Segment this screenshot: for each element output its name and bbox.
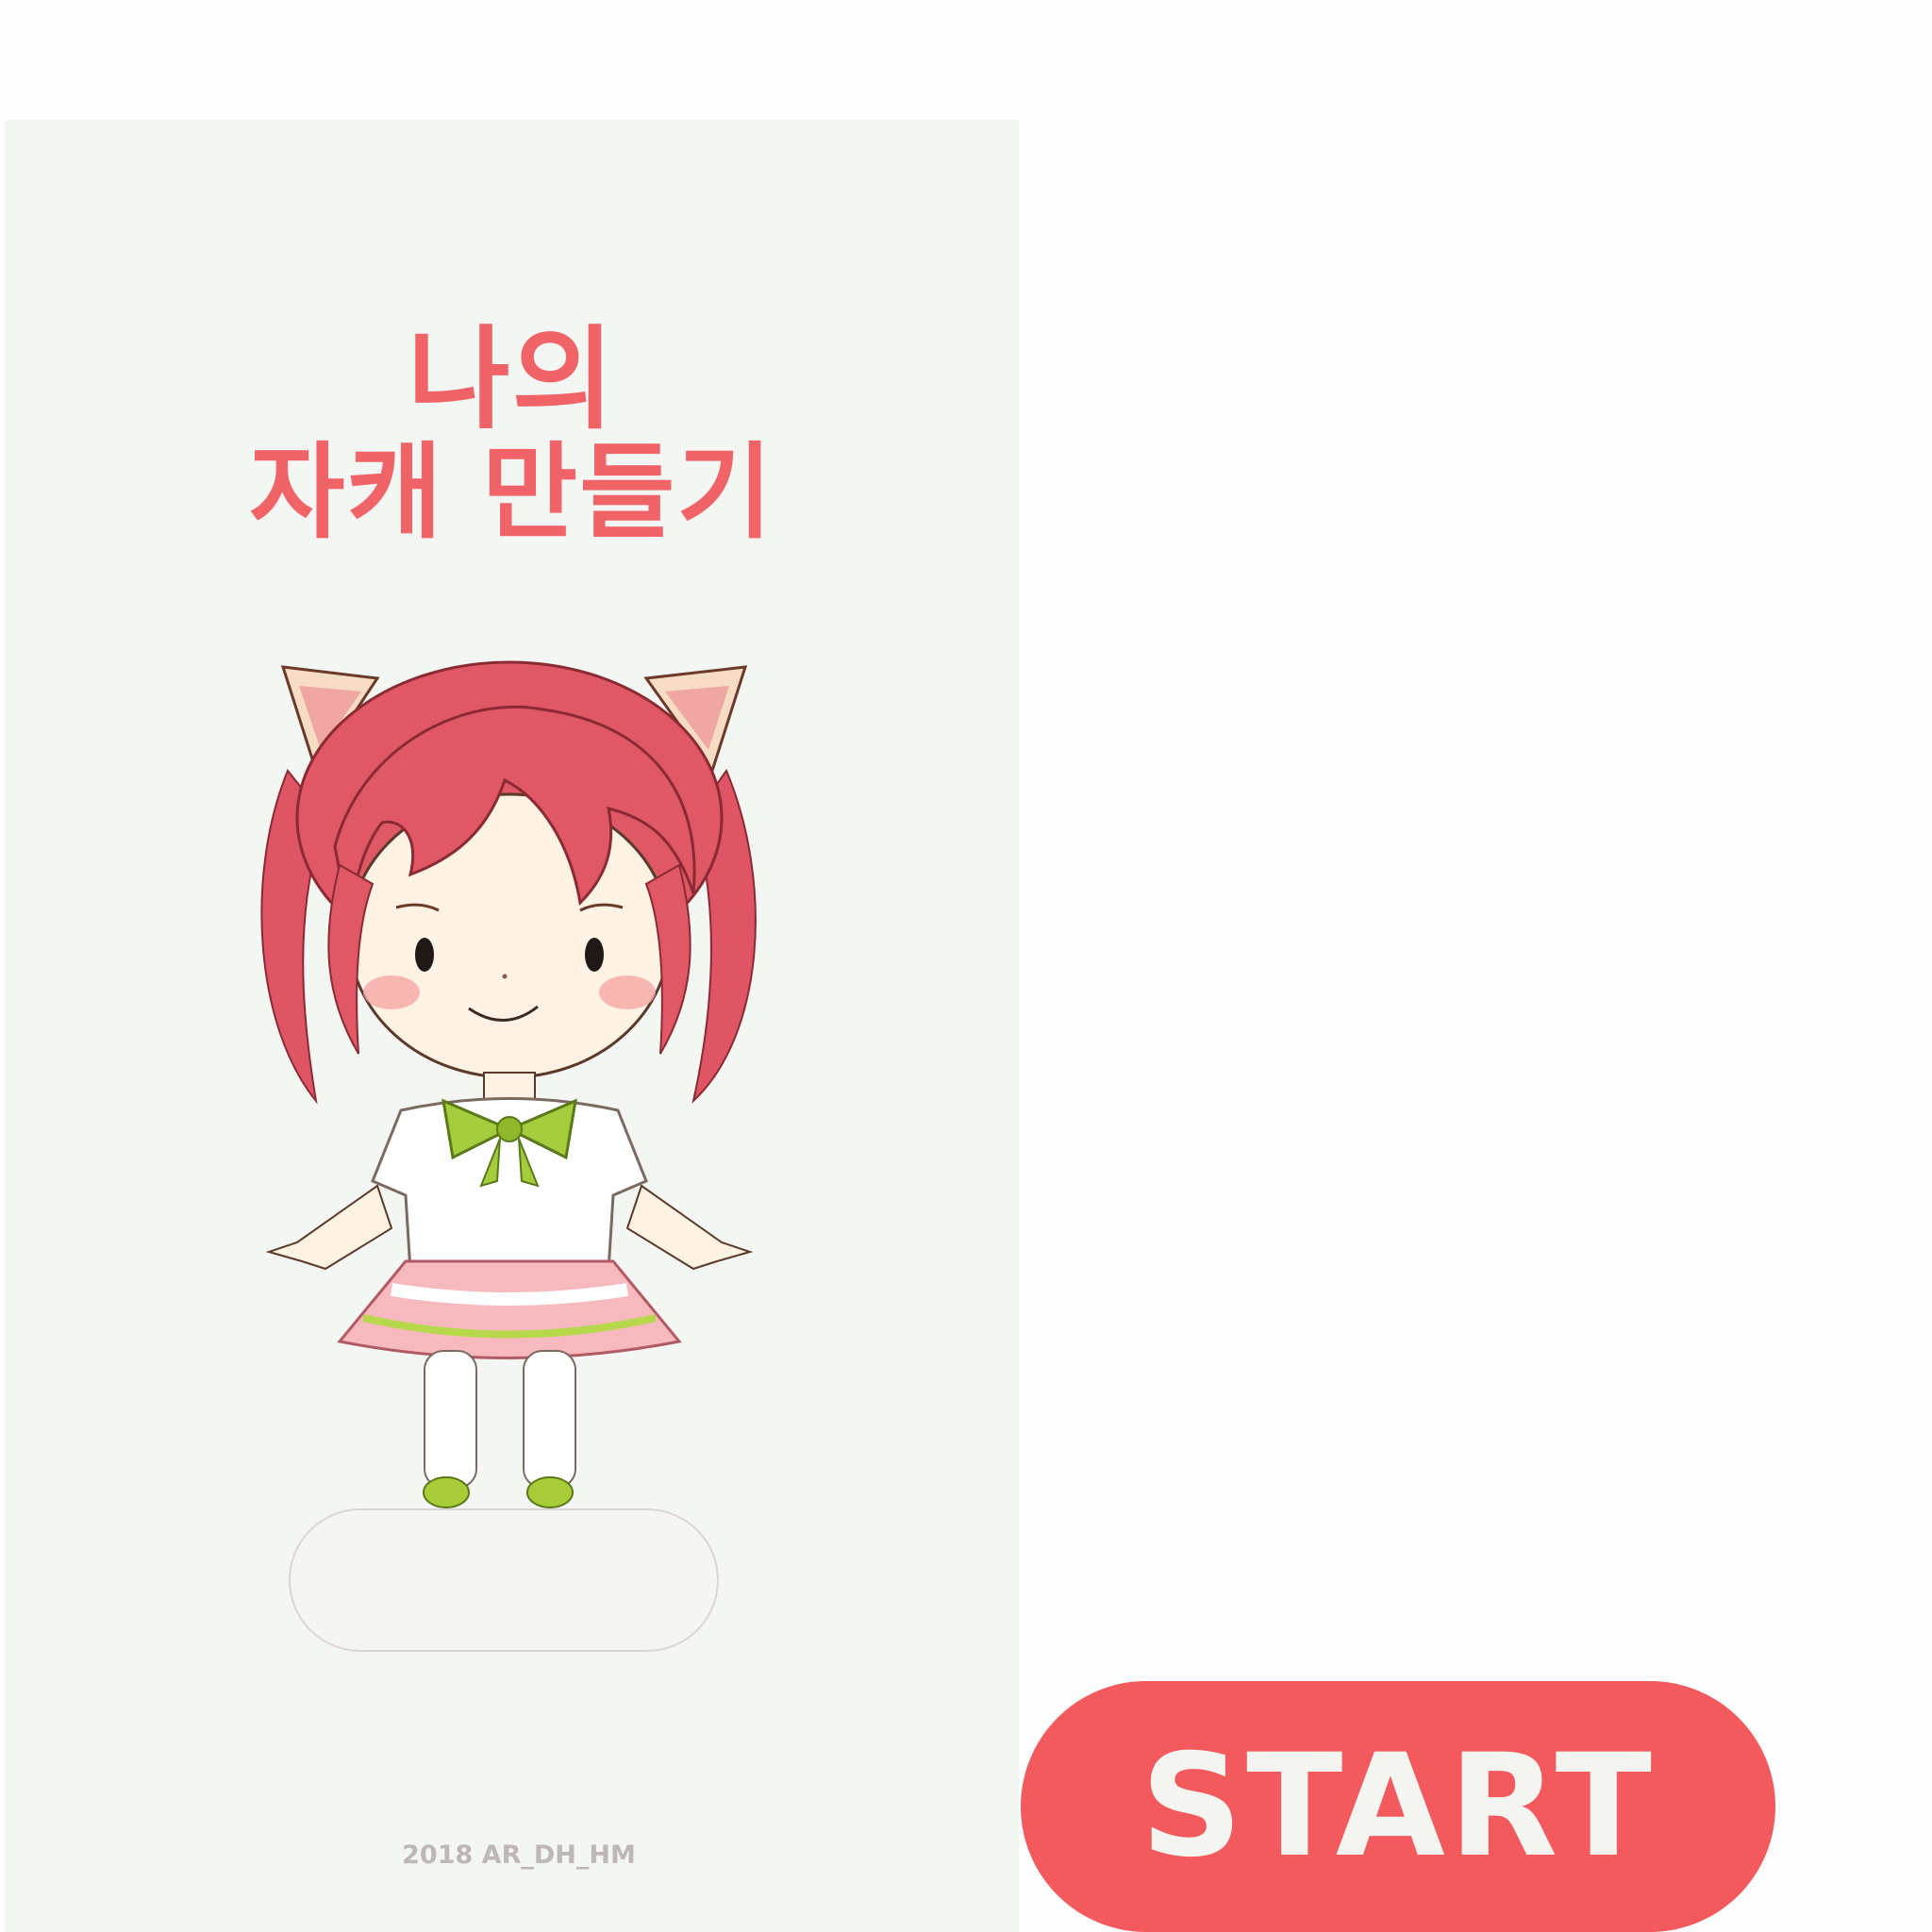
left-blush: [363, 975, 420, 1009]
neck: [483, 1072, 536, 1102]
right-leg: [523, 1350, 576, 1489]
left-shoe: [423, 1476, 470, 1508]
start-button[interactable]: START: [1021, 1681, 1775, 1932]
left-arm: [265, 1184, 393, 1271]
nose: [502, 974, 508, 979]
right-blush: [599, 975, 656, 1009]
left-eye: [415, 938, 434, 972]
start-screen-panel: 나의 자캐 만들기 2018 AR_DH_HM: [5, 120, 1019, 1932]
character-illustration: [260, 660, 757, 1508]
character-name-input[interactable]: [289, 1508, 719, 1652]
app-root: 나의 자캐 만들기 2018 AR_DH_HM START: [0, 0, 1932, 1932]
copyright-text: 2018 AR_DH_HM: [402, 1840, 636, 1870]
skirt: [337, 1259, 682, 1359]
right-shoe: [526, 1476, 574, 1508]
right-eye: [585, 938, 604, 972]
face: [347, 792, 672, 1079]
app-title-line2: 자캐 만들기: [249, 432, 774, 553]
right-arm: [625, 1184, 754, 1271]
left-leg: [424, 1350, 477, 1489]
app-title-line1: 나의: [407, 314, 617, 444]
